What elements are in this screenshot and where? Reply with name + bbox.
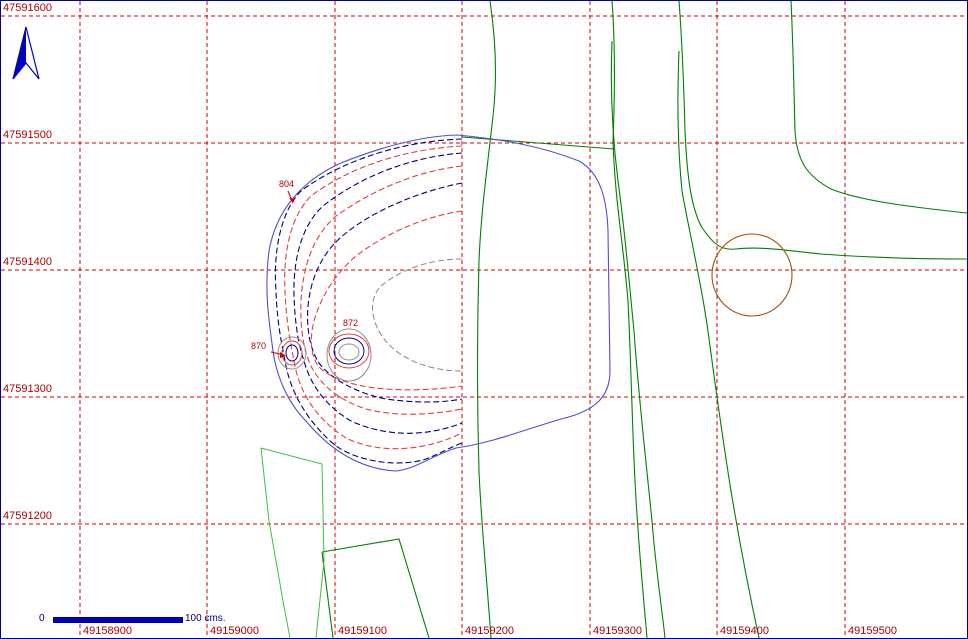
easting-label: 49159100	[338, 625, 387, 637]
northing-label: 47591300	[3, 383, 52, 395]
parcel-line-south	[321, 538, 430, 638]
easting-label: 49159300	[593, 625, 642, 637]
northing-label: 47591200	[3, 510, 52, 522]
parcel-edge-east	[260, 447, 325, 638]
knoll-872-ring-3	[338, 343, 360, 361]
scale-bar-track	[53, 617, 183, 623]
contour-red-2	[300, 165, 463, 415]
knoll-872	[326, 328, 372, 382]
scale-unit: cms.	[204, 613, 226, 624]
map-frame: 804 872 870 47591600 47591500 47591400 4…	[0, 0, 968, 639]
road-lines	[321, 1, 967, 638]
contour-dark-2	[293, 152, 463, 434]
spot-height-804: 804	[279, 179, 295, 204]
scale-bar: 0 100 cms.	[39, 613, 239, 629]
easting-label: 49159200	[465, 625, 514, 637]
road-line-west	[476, 1, 496, 638]
easting-label: 49159400	[720, 625, 769, 637]
scale-end-value: 100	[185, 613, 202, 624]
parcel-edge-west	[260, 447, 291, 638]
contour-grey-1	[372, 258, 463, 372]
light-green-parcel	[260, 447, 325, 638]
easting-label: 49159500	[848, 625, 897, 637]
northing-label: 47591400	[3, 256, 52, 268]
scale-bar-fill	[54, 618, 182, 622]
map-canvas: 804 872 870	[1, 1, 967, 638]
road-line-northeast	[790, 1, 967, 214]
contour-red-1	[284, 145, 463, 450]
scale-start-label: 0	[39, 613, 45, 624]
road-line-east-down	[677, 50, 760, 638]
scale-end-label: 100 cms.	[185, 613, 226, 624]
spot-height-label: 870	[251, 341, 266, 351]
northing-label: 47591500	[3, 129, 52, 141]
survey-boundary	[266, 134, 611, 472]
spot-height-label: 872	[343, 318, 358, 328]
road-line-center-a	[611, 1, 648, 638]
road-line-center-b	[610, 40, 666, 638]
spot-height-label: 804	[279, 179, 294, 189]
spot-height-872: 872	[343, 318, 358, 328]
contour-red-3	[310, 210, 463, 391]
northing-label: 47591600	[3, 2, 52, 14]
north-arrow-icon	[12, 26, 40, 80]
brown-circle-feature	[711, 233, 793, 317]
road-line-east-curve	[678, 1, 967, 260]
knoll-872-outer	[326, 328, 372, 382]
